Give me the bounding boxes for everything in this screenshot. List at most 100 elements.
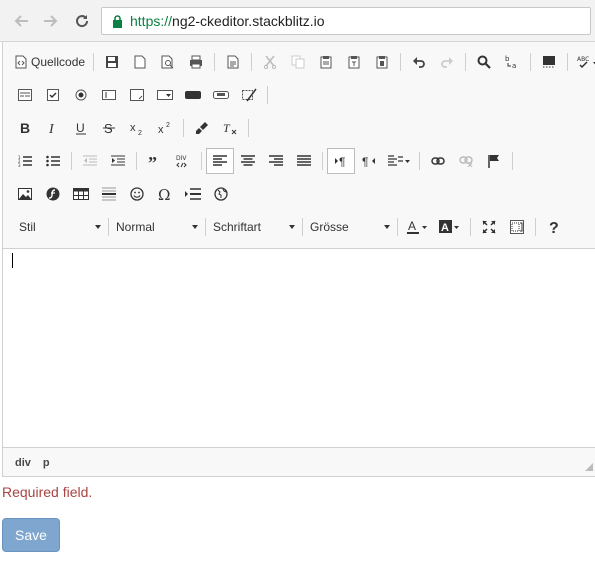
copy-format-button[interactable] (188, 115, 216, 141)
templates-button[interactable] (219, 49, 247, 75)
redo-button[interactable] (433, 49, 461, 75)
new-page-button[interactable] (126, 49, 154, 75)
find-button[interactable] (470, 49, 498, 75)
rtl-button[interactable]: ¶ (355, 148, 383, 174)
align-right-button[interactable] (262, 148, 290, 174)
numbered-list-button[interactable]: 123 (11, 148, 39, 174)
paintbrush-icon (196, 122, 208, 134)
link-icon (431, 157, 445, 165)
image-button-field-button[interactable] (207, 82, 235, 108)
bold-icon: B (20, 121, 30, 135)
horizontal-rule-icon (102, 187, 116, 201)
blockquote-button[interactable]: ” (141, 148, 169, 174)
italic-button[interactable]: I (39, 115, 67, 141)
maximize-icon (482, 220, 496, 234)
indent-button[interactable] (104, 148, 132, 174)
svg-text:x: x (130, 122, 136, 134)
radio-button[interactable] (67, 82, 95, 108)
unlink-icon (459, 156, 473, 167)
anchor-button[interactable] (480, 148, 508, 174)
font-dropdown[interactable]: Schriftart (207, 214, 301, 240)
justify-button[interactable] (290, 148, 318, 174)
help-button[interactable]: ? (540, 214, 568, 240)
align-center-button[interactable] (234, 148, 262, 174)
resize-handle[interactable] (585, 463, 593, 471)
paste-button[interactable] (312, 49, 340, 75)
replace-button[interactable]: ba (498, 49, 526, 75)
spellcheck-icon: ABC (577, 56, 595, 69)
bulleted-list-button[interactable] (39, 148, 67, 174)
smiley-button[interactable] (123, 181, 151, 207)
undo-button[interactable] (405, 49, 433, 75)
editor-content-area[interactable] (3, 248, 595, 448)
select-field-button[interactable] (151, 82, 179, 108)
strike-button[interactable]: S (95, 115, 123, 141)
save-button[interactable]: Save (2, 518, 60, 552)
paste-text-button[interactable] (340, 49, 368, 75)
path-item-p[interactable]: p (43, 457, 50, 469)
textfield-button[interactable] (95, 82, 123, 108)
svg-text:2: 2 (166, 122, 170, 129)
form-button-field-button[interactable] (179, 82, 207, 108)
back-button[interactable] (10, 9, 34, 33)
remove-format-button[interactable]: T (216, 115, 244, 141)
cut-button[interactable] (256, 49, 284, 75)
image-button[interactable] (11, 181, 39, 207)
image-button-icon (213, 91, 229, 99)
align-left-button[interactable] (206, 148, 234, 174)
flash-button[interactable] (39, 181, 67, 207)
checkbox-button[interactable] (39, 82, 67, 108)
link-button[interactable] (424, 148, 452, 174)
ltr-button[interactable]: ¶ (327, 148, 355, 174)
format-dropdown[interactable]: Normal (110, 214, 204, 240)
preview-button[interactable] (154, 49, 182, 75)
page-break-button[interactable] (179, 181, 207, 207)
path-item-div[interactable]: div (15, 457, 31, 469)
maximize-button[interactable] (475, 214, 503, 240)
save-doc-button[interactable] (98, 49, 126, 75)
outdent-icon (83, 155, 97, 166)
address-bar[interactable]: https://ng2-ckeditor.stackblitz.io (101, 7, 591, 35)
iframe-button[interactable] (207, 181, 235, 207)
horizontal-rule-button[interactable] (95, 181, 123, 207)
lock-icon (110, 14, 124, 28)
outdent-button[interactable] (76, 148, 104, 174)
size-dropdown[interactable]: Grösse (304, 214, 396, 240)
svg-text:”: ” (148, 155, 157, 167)
table-button[interactable] (67, 181, 95, 207)
forward-button[interactable] (38, 9, 62, 33)
select-field-icon (157, 90, 173, 100)
paste-word-button[interactable] (368, 49, 396, 75)
unlink-button[interactable] (452, 148, 480, 174)
subscript-button[interactable]: x2 (123, 115, 151, 141)
floppy-icon (106, 56, 119, 68)
source-button[interactable]: Quellcode (11, 49, 89, 75)
select-all-icon (543, 56, 556, 68)
superscript-button[interactable]: x2 (151, 115, 179, 141)
form-button[interactable] (11, 82, 39, 108)
show-blocks-button[interactable] (503, 214, 531, 240)
special-char-button[interactable]: Ω (151, 181, 179, 207)
bg-color-button[interactable]: A (434, 214, 466, 240)
globe-icon (214, 187, 228, 201)
text-color-icon: A (407, 220, 427, 234)
create-div-button[interactable]: DIV (169, 148, 197, 174)
textarea-button[interactable] (123, 82, 151, 108)
text-color-button[interactable]: A (402, 214, 434, 240)
style-dropdown[interactable]: Stil (13, 214, 107, 240)
redo-icon (441, 57, 454, 68)
svg-text:2: 2 (138, 130, 142, 135)
background-color-icon: A (439, 220, 459, 234)
underline-button[interactable]: U (67, 115, 95, 141)
copy-button[interactable] (284, 49, 312, 75)
button-field-icon (185, 91, 201, 99)
numbered-list-icon: 123 (18, 155, 32, 167)
spellcheck-button[interactable]: ABC (572, 49, 595, 75)
language-button[interactable] (383, 148, 415, 174)
print-button[interactable] (182, 49, 210, 75)
hidden-field-button[interactable] (235, 82, 263, 108)
select-all-button[interactable] (535, 49, 563, 75)
reload-button[interactable] (70, 9, 94, 33)
bold-button[interactable]: B (11, 115, 39, 141)
paste-word-icon (376, 56, 388, 69)
